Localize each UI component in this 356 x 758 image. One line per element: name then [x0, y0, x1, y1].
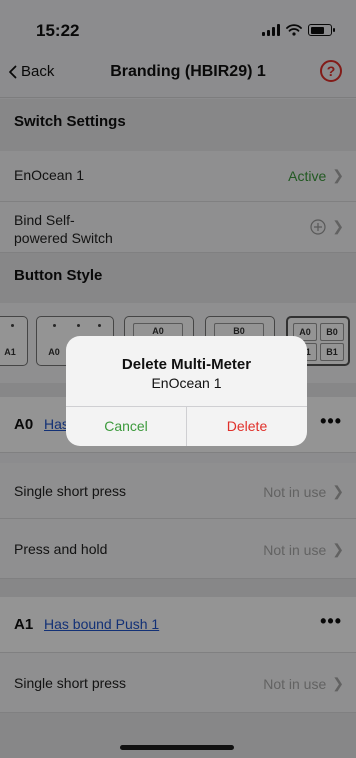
delete-alert-dialog: Delete Multi-Meter EnOcean 1 Cancel Dele… [66, 336, 307, 446]
home-indicator [120, 745, 234, 750]
delete-button[interactable]: Delete [187, 407, 307, 446]
cancel-button[interactable]: Cancel [66, 407, 187, 446]
dialog-message: EnOcean 1 [151, 375, 222, 391]
dialog-actions: Cancel Delete [66, 406, 307, 446]
dialog-title: Delete Multi-Meter [121, 356, 252, 373]
